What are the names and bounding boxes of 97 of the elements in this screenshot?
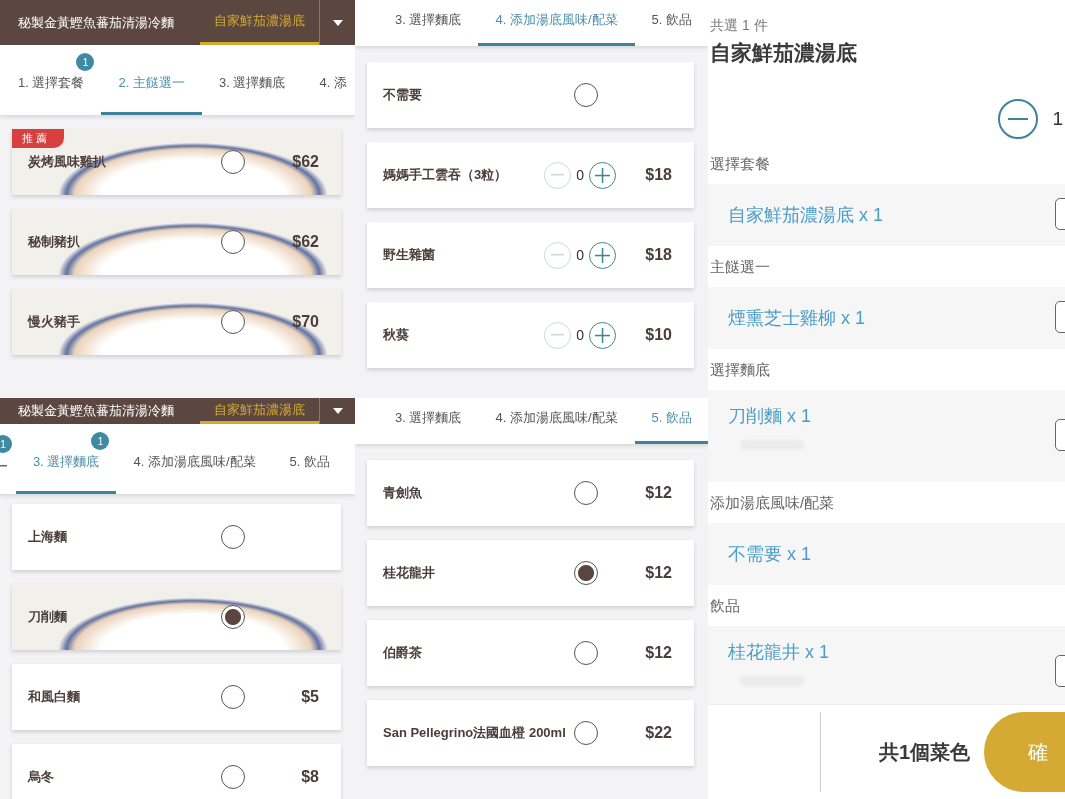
radio-button[interactable] <box>574 721 598 745</box>
option-card[interactable]: 伯爵茶 $12 <box>367 620 694 686</box>
section-label: 選擇麵底 <box>710 361 771 380</box>
option-card[interactable]: 慢火豬手 $70 <box>12 289 341 355</box>
count-badge: 1 <box>76 53 95 71</box>
step-tab[interactable]: 4. 添加湯底風味/配菜 <box>478 11 635 46</box>
minus-icon <box>551 174 565 176</box>
count-badge: 1 <box>0 435 12 453</box>
option-card[interactable]: 不需要 <box>367 62 694 128</box>
radio-button[interactable] <box>221 685 245 709</box>
step-tab[interactable]: 4. 添 <box>302 74 355 115</box>
recommended-tag: 推薦 <box>12 129 64 148</box>
step-tab[interactable]: 3. 選擇麵底 <box>355 409 479 444</box>
option-card[interactable]: 媽媽手工雲吞（3粒） 0 $18 <box>367 142 694 208</box>
option-name: 伯爵茶 <box>383 644 423 662</box>
option-card[interactable]: 秋葵 0 $10 <box>367 302 694 368</box>
step-tab[interactable]: 2. 主餸選一 <box>101 74 202 115</box>
option-card[interactable]: San Pellegrino法國血橙 200ml $22 <box>367 700 694 766</box>
step-tab[interactable]: 5. 飲品 <box>634 11 708 46</box>
option-name: 上海麵 <box>28 528 68 546</box>
radio-button[interactable] <box>574 83 598 107</box>
set-title: 自家鮮茄濃湯底 <box>710 40 858 66</box>
quantity-text: 0 <box>576 327 584 343</box>
option-name: 和風白麵 <box>28 688 81 706</box>
minus-icon <box>551 254 565 256</box>
option-card[interactable]: 和風白麵 $5 <box>12 664 341 730</box>
radio-button[interactable] <box>574 561 598 585</box>
plus-icon <box>595 167 610 183</box>
option-name: 桂花龍井 <box>383 564 436 582</box>
plus-button[interactable] <box>589 241 616 269</box>
dish-title: 秘製金黃鰹魚蕃茄清湯冷麵 <box>17 402 175 420</box>
option-name: San Pellegrino法國血橙 200ml <box>383 724 567 742</box>
quantity-text: 0 <box>576 167 584 183</box>
price-text: $70 <box>291 313 319 331</box>
option-card[interactable]: 桂花龍井 $12 <box>367 540 694 606</box>
quantity-text: 1 <box>1052 108 1063 130</box>
selected-count-text: 共選 1 件 <box>710 17 769 35</box>
selected-item: 自家鮮茄濃湯底 x 1 <box>728 204 883 227</box>
selected-item: 刀削麵 x 1 <box>728 405 811 428</box>
option-card[interactable]: 青劍魚 $12 <box>367 460 694 526</box>
quantity-text: 0 <box>576 247 584 263</box>
step-tab[interactable]: 5. 飲品 <box>634 409 708 444</box>
radio-button[interactable] <box>574 481 598 505</box>
selected-item: 煙熏芝士雞柳 x 1 <box>728 307 865 330</box>
minus-icon <box>551 334 565 336</box>
step-tab[interactable]: 3. 選擇麵底 <box>355 11 479 46</box>
price-text: $12 <box>644 644 672 662</box>
section-label: 添加湯底風味/配菜 <box>710 494 836 513</box>
step-tab[interactable]: 4. 添加湯底風味/配菜 <box>478 409 635 444</box>
option-card[interactable]: 烏冬 $8 <box>12 744 341 799</box>
count-badge: 1 <box>91 432 110 450</box>
section-label: 主餸選一 <box>710 258 771 277</box>
plus-button[interactable] <box>589 321 616 349</box>
price-text: $8 <box>300 768 319 786</box>
price-text: $18 <box>644 166 672 184</box>
radio-button[interactable] <box>574 641 598 665</box>
option-card[interactable]: 刀削麵 <box>12 584 341 650</box>
option-name: 野生雜菌 <box>383 246 436 264</box>
option-name: 青劍魚 <box>383 484 423 502</box>
caret-icon <box>332 408 343 414</box>
price-text: $62 <box>291 233 319 251</box>
price-text: $18 <box>644 246 672 264</box>
dish-title: 秘製金黃鰹魚蕃茄清湯冷麵 <box>17 13 175 32</box>
section-label: 飲品 <box>710 597 741 616</box>
plus-icon <box>595 247 610 263</box>
option-card[interactable]: 秘制豬扒 $62 <box>12 209 341 275</box>
option-name: 不需要 <box>383 86 423 104</box>
option-card[interactable]: 上海麵 <box>12 504 341 570</box>
dish-total-text: 共1個菜色 <box>879 739 971 765</box>
price-text: $12 <box>644 564 672 582</box>
option-name: 慢火豬手 <box>28 313 81 331</box>
price-text: $62 <box>291 153 319 171</box>
step-tab[interactable]: 3. 選擇麵底 <box>201 74 303 115</box>
step-tab[interactable]: 4. 添加湯底風味/配菜 <box>116 453 273 494</box>
option-card[interactable]: 推薦 炭烤風味雞扒 $62 <box>12 129 341 195</box>
option-name: 秘制豬扒 <box>28 233 81 251</box>
price-text: $5 <box>300 688 319 706</box>
price-text: $10 <box>644 326 672 344</box>
option-name: 刀削麵 <box>28 608 68 626</box>
selected-item: 不需要 x 1 <box>728 543 811 566</box>
caret-icon <box>332 19 343 26</box>
radio-button[interactable] <box>221 525 245 549</box>
radio-button[interactable] <box>221 765 245 789</box>
plus-icon <box>595 327 610 343</box>
price-text: $12 <box>644 484 672 502</box>
price-text: $22 <box>644 724 672 742</box>
section-label: 選擇套餐 <box>710 155 771 174</box>
selected-item: 桂花龍井 x 1 <box>728 641 829 664</box>
option-name: 媽媽手工雲吞（3粒） <box>383 166 509 184</box>
minus-button[interactable] <box>998 99 1039 139</box>
option-card[interactable]: 野生雜菌 0 $18 <box>367 222 694 288</box>
option-name: 炭烤風味雞扒 <box>28 153 107 171</box>
option-name: 秋葵 <box>383 326 410 344</box>
minus-icon <box>1008 117 1029 121</box>
plus-button[interactable] <box>589 161 616 189</box>
option-name: 烏冬 <box>28 768 55 786</box>
step-tab[interactable]: 5. 飲品 <box>272 453 347 494</box>
